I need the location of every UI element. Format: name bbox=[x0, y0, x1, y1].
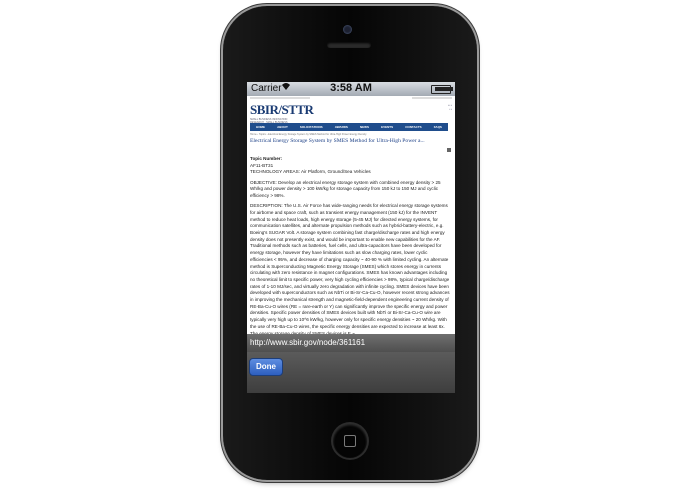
url-text: http://www.sbir.gov/node/361161 bbox=[250, 338, 366, 347]
bottom-toolbar: Done bbox=[247, 352, 455, 393]
topic-label: Topic Number: bbox=[250, 156, 283, 161]
done-button[interactable]: Done bbox=[249, 358, 283, 376]
main-nav: HOME ABOUT SOLICITATIONS AWARDS NEWS EVE… bbox=[250, 123, 448, 131]
technology-areas: TECHNOLOGY AREAS: Air Platform, Ground/S… bbox=[250, 169, 371, 175]
article-body: Topic Number: AF11-BT31 TECHNOLOGY AREAS: … bbox=[250, 156, 450, 341]
topic-block: Topic Number: AF11-BT31 TECHNOLOGY AREAS: … bbox=[250, 156, 450, 176]
page-title: Electrical Energy Storage System by SMES… bbox=[250, 138, 425, 144]
battery-fill bbox=[435, 87, 450, 91]
nav-news[interactable]: NEWS bbox=[360, 125, 369, 129]
header-links[interactable]: ▪ ▪ ▪ ▪ ▪ bbox=[448, 104, 452, 112]
topic-number: AF11-BT31 bbox=[250, 162, 274, 168]
status-time: 3:58 AM bbox=[330, 82, 372, 94]
home-square-icon bbox=[344, 435, 356, 447]
objective-paragraph: OBJECTIVE: Develop an electrical energy … bbox=[250, 179, 441, 199]
battery-tip bbox=[451, 87, 453, 91]
print-icon[interactable] bbox=[447, 148, 451, 152]
earpiece-speaker bbox=[327, 42, 371, 48]
nav-awards[interactable]: AWARDS bbox=[335, 125, 348, 129]
url-bar[interactable]: http://www.sbir.gov/node/361161 bbox=[247, 334, 455, 352]
front-camera bbox=[343, 25, 352, 34]
nav-faqs[interactable]: FAQS bbox=[434, 125, 442, 129]
nav-home[interactable]: HOME bbox=[256, 125, 265, 129]
screen: Carrier 3:58 AM SBIR/STTR SMALL BUSINESS… bbox=[247, 82, 455, 393]
nav-about[interactable]: ABOUT bbox=[277, 125, 288, 129]
nav-events[interactable]: EVENTS bbox=[381, 125, 393, 129]
description-paragraph: DESCRIPTION: The U.S. Air Force has wide… bbox=[250, 203, 450, 335]
nav-contacts[interactable]: CONTACTS bbox=[405, 125, 421, 129]
logo-text: SBIR/STTR bbox=[250, 102, 314, 117]
status-bar: Carrier 3:58 AM bbox=[247, 82, 455, 96]
top-utility-bar bbox=[247, 96, 455, 101]
nav-solicitations[interactable]: SOLICITATIONS bbox=[300, 125, 323, 129]
breadcrumb[interactable]: Home › Topics › Electrical Energy Storag… bbox=[250, 133, 367, 136]
